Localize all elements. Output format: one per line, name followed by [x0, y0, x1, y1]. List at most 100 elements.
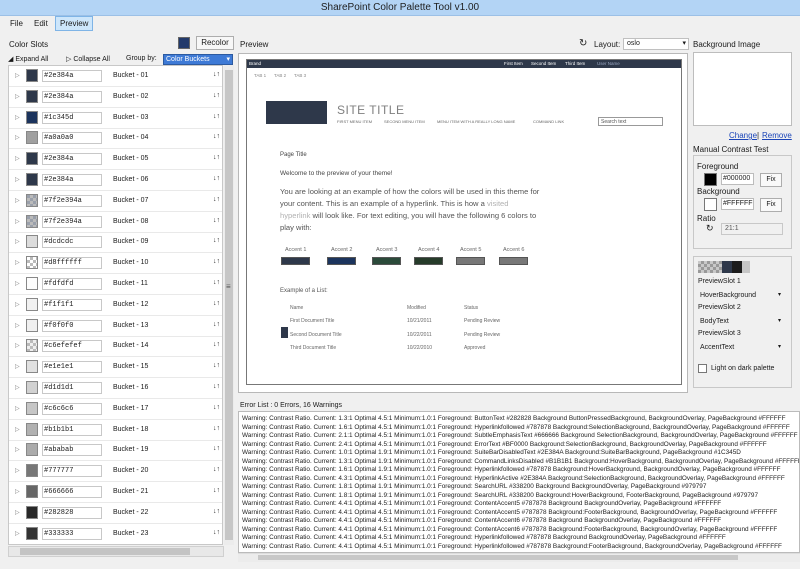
sort-icon[interactable]: ↓↑ [213, 154, 220, 161]
slot-swatch[interactable] [26, 131, 38, 145]
sort-icon[interactable]: ↓↑ [213, 196, 220, 203]
slot-hex-input[interactable]: #2e384a [42, 90, 102, 103]
sort-icon[interactable]: ↓↑ [213, 341, 220, 348]
color-slot-row[interactable]: ▷ #d8ffffff Bucket - 10 ↓↑ [9, 253, 222, 275]
expand-row-icon[interactable]: ▷ [15, 530, 20, 537]
slot-swatch[interactable] [26, 318, 38, 332]
color-slot-row[interactable]: ▷ #1c345d Bucket - 03 ↓↑ [9, 108, 222, 129]
menu-file[interactable]: File [6, 16, 27, 31]
foreground-input[interactable]: #000000 [721, 173, 754, 185]
sort-icon[interactable]: ↓↑ [213, 404, 220, 411]
slot-hex-input[interactable]: #b1b1b1 [42, 423, 102, 436]
error-list-item[interactable]: Warning: Contrast Ratio. Current: 1.8:1 … [242, 483, 706, 491]
suite-first-item[interactable]: First Item [504, 60, 523, 68]
sort-icon[interactable]: ↓↑ [213, 487, 220, 494]
foreground-swatch[interactable] [704, 173, 717, 186]
list-cell[interactable]: Third Document Title [290, 345, 336, 351]
color-slot-row[interactable]: ▷ #ababab Bucket - 19 ↓↑ [9, 440, 222, 462]
remove-link[interactable]: Remove [762, 131, 792, 140]
slot-swatch[interactable] [26, 69, 38, 82]
error-list-item[interactable]: Warning: Contrast Ratio. Current: 4.4:1 … [242, 509, 777, 517]
expand-row-icon[interactable]: ▷ [15, 426, 20, 433]
splitter-grip-icon[interactable]: ≡ [226, 282, 231, 291]
expand-row-icon[interactable]: ▷ [15, 114, 20, 121]
sort-icon[interactable]: ↓↑ [213, 217, 220, 224]
sort-icon[interactable]: ↓↑ [213, 133, 220, 140]
slot-swatch[interactable] [26, 443, 38, 457]
preview-slot-1-dropdown[interactable]: HoverBackground ▾ [698, 290, 783, 301]
slot-swatch[interactable] [26, 485, 38, 498]
slot-hex-input[interactable]: #f0f0f0 [42, 319, 102, 332]
slot-swatch[interactable] [26, 422, 38, 436]
error-list-item[interactable]: Warning: Contrast Ratio. Current: 1.3:1 … [242, 458, 799, 466]
expand-row-icon[interactable]: ▷ [15, 218, 20, 225]
color-slot-row[interactable]: ▷ #282828 Bucket - 22 ↓↑ [9, 503, 222, 524]
color-slot-row[interactable]: ▷ #777777 Bucket - 20 ↓↑ [9, 461, 222, 483]
expand-row-icon[interactable]: ▷ [15, 301, 20, 308]
topnav-second[interactable]: SECOND MENU ITEM [384, 119, 425, 124]
error-list-item[interactable]: Warning: Contrast Ratio. Current: 4.4:1 … [242, 500, 721, 508]
error-list-item[interactable]: Warning: Contrast Ratio. Current: 1.6:1 … [242, 466, 781, 474]
color-slot-row[interactable]: ▷ #2e384a Bucket - 02 ↓↑ [9, 87, 222, 108]
slot-hex-input[interactable]: #1c345d [42, 111, 102, 124]
sort-icon[interactable]: ↓↑ [213, 279, 220, 286]
error-list-item[interactable]: Warning: Contrast Ratio. Current: 4.4:1 … [242, 543, 782, 551]
slot-hex-input[interactable]: #f1f1f1 [42, 298, 102, 311]
color-slot-row[interactable]: ▷ #a0a0a0 Bucket - 04 ↓↑ [9, 128, 222, 150]
slot-hex-input[interactable]: #dcdcdc [42, 236, 102, 249]
sort-icon[interactable]: ↓↑ [213, 529, 220, 536]
expand-row-icon[interactable]: ▷ [15, 405, 20, 412]
sort-icon[interactable]: ↓↑ [213, 237, 220, 244]
preview-slot-2-dropdown[interactable]: BodyText ▾ [698, 316, 783, 327]
expand-row-icon[interactable]: ▷ [15, 363, 20, 370]
light-on-dark-checkbox[interactable] [698, 364, 707, 373]
sort-icon[interactable]: ↓↑ [213, 362, 220, 369]
recolor-swatch[interactable] [178, 37, 190, 49]
color-slot-row[interactable]: ▷ #d1d1d1 Bucket - 16 ↓↑ [9, 378, 222, 399]
color-slot-row[interactable]: ▷ #f1f1f1 Bucket - 12 ↓↑ [9, 295, 222, 316]
slot-hex-input[interactable]: #333333 [42, 527, 102, 540]
expand-row-icon[interactable]: ▷ [15, 259, 20, 266]
color-slot-row[interactable]: ▷ #b1b1b1 Bucket - 18 ↓↑ [9, 420, 222, 441]
background-swatch[interactable] [704, 198, 717, 211]
background-image-box[interactable] [693, 52, 792, 126]
error-list-item[interactable]: Warning: Contrast Ratio. Current: 4.4:1 … [242, 526, 777, 534]
color-slot-list[interactable]: ▷ #2e384a Bucket - 01 ↓↑ ▷ #2e384a Bucket - 02… [8, 65, 223, 545]
slot-hex-input[interactable]: #777777 [42, 465, 102, 478]
slot-hex-input[interactable]: #ababab [42, 444, 102, 457]
expand-row-icon[interactable]: ▷ [15, 238, 20, 245]
list-cell[interactable]: First Document Title [290, 318, 334, 324]
error-list[interactable]: Warning: Contrast Ratio. Current: 1.3:1 … [238, 411, 800, 553]
slot-hex-input[interactable]: #7f2e394a [42, 215, 102, 228]
error-list-item[interactable]: Warning: Contrast Ratio. Current: 1.8:1 … [242, 492, 758, 500]
error-list-item[interactable]: Warning: Contrast Ratio. Current: 1.6:1 … [242, 424, 790, 432]
expand-row-icon[interactable]: ▷ [15, 72, 20, 79]
background-fix-button[interactable]: Fix [760, 198, 782, 212]
sort-icon[interactable]: ↓↑ [213, 508, 220, 515]
list-cell[interactable]: Second Document Title [290, 332, 342, 338]
slot-swatch[interactable] [26, 110, 38, 124]
expand-row-icon[interactable]: ▷ [15, 467, 20, 474]
layout-dropdown[interactable]: oslo ▾ [623, 38, 689, 50]
error-list-item[interactable]: Warning: Contrast Ratio. Current: 1.3:1 … [242, 415, 785, 423]
collapse-all-button[interactable]: ▷ Collapse All [66, 55, 110, 63]
slot-swatch[interactable] [26, 277, 38, 290]
slot-hex-input[interactable]: #d8ffffff [42, 257, 102, 270]
slot-hex-input[interactable]: #d1d1d1 [42, 382, 102, 394]
slot-hex-input[interactable]: #666666 [42, 486, 102, 498]
topnav-command[interactable]: COMMAND LINK [533, 119, 564, 124]
expand-row-icon[interactable]: ▷ [15, 322, 20, 329]
color-slot-row[interactable]: ▷ #666666 Bucket - 21 ↓↑ [9, 482, 222, 503]
topnav-first[interactable]: FIRST MENU ITEM [337, 119, 372, 124]
color-slot-row[interactable]: ▷ #2e384a Bucket - 05 ↓↑ [9, 149, 222, 171]
slot-swatch[interactable] [26, 89, 38, 103]
color-slot-row[interactable]: ▷ #c6c6c6 Bucket - 17 ↓↑ [9, 399, 222, 420]
slot-hex-input[interactable]: #2e384a [42, 153, 102, 166]
suite-third-item[interactable]: Third Item [565, 60, 585, 68]
background-input[interactable]: #FFFFFF [721, 198, 754, 210]
slot-hex-input[interactable]: #e1e1e1 [42, 361, 102, 374]
sort-icon[interactable]: ↓↑ [213, 445, 220, 452]
error-list-item[interactable]: Warning: Contrast Ratio. Current: 4.4:1 … [242, 517, 721, 525]
sort-icon[interactable]: ↓↑ [213, 113, 220, 120]
color-slot-row[interactable]: ▷ #2e384a Bucket - 06 ↓↑ [9, 170, 222, 191]
